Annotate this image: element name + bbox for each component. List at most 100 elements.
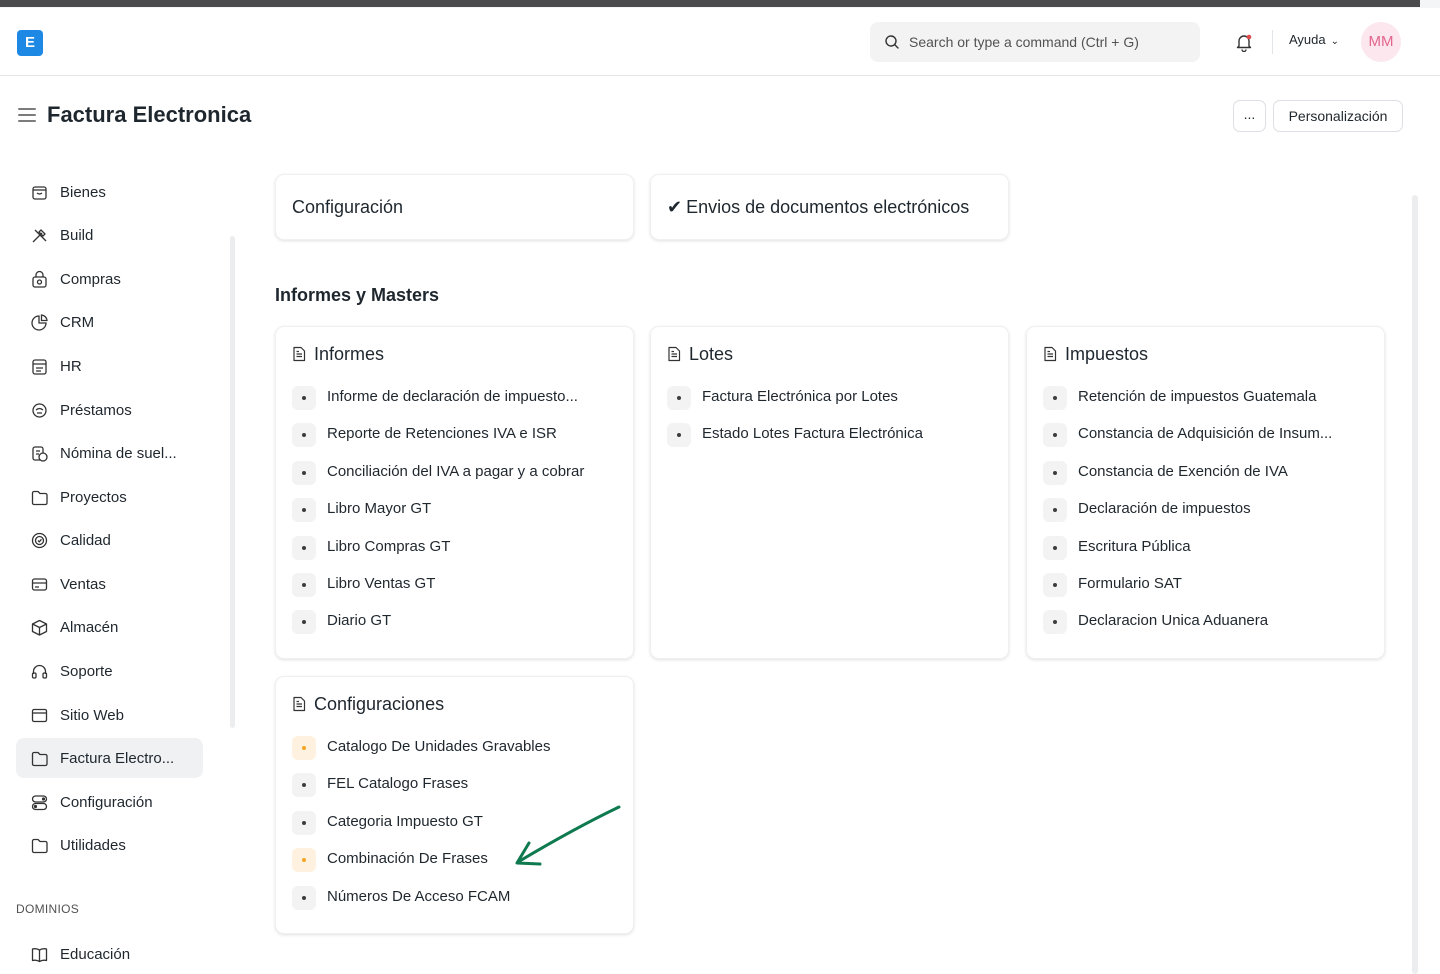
card-title: Impuestos [1043, 344, 1148, 365]
link-label: Libro Mayor GT [327, 500, 432, 518]
sidebar-item-label: Factura Electro... [60, 750, 175, 767]
document-icon [668, 346, 681, 362]
link-label: Combinación De Frases [327, 850, 488, 868]
link-label: Estado Lotes Factura Electrónica [702, 425, 923, 443]
loan-icon [32, 403, 47, 418]
tools-icon [32, 229, 47, 243]
bullet-icon [1043, 498, 1067, 523]
card-title-text: Informes [314, 344, 385, 364]
sidebar-item-build[interactable]: Build [16, 215, 203, 255]
sidebar-item-factura-electro[interactable]: Factura Electro... [16, 738, 203, 778]
sidebar-item-ventas[interactable]: Ventas [16, 564, 203, 604]
annotation-arrow-icon [515, 805, 621, 866]
bullet-icon [1043, 460, 1067, 485]
link-label: Conciliación del IVA a pagar y a cobrar [327, 462, 585, 480]
folder-icon [31, 751, 48, 767]
card-title-text: Lotes [689, 344, 734, 364]
sidebar-item-compras[interactable]: Compras [16, 259, 203, 299]
sidebar-item-crm[interactable]: CRM [16, 302, 203, 342]
sidebar-item-label: Sitio Web [60, 707, 124, 724]
card-title-text: Configuraciones [314, 694, 445, 714]
main-scrollbar[interactable] [1412, 195, 1418, 974]
menu-toggle-icon[interactable] [18, 108, 36, 124]
sidebar-item-label: Educación [60, 946, 131, 963]
bullet-icon [292, 386, 316, 410]
link-label: FEL Catalogo Frases [327, 775, 469, 793]
link-label: Declaracion Unica Aduanera [1078, 612, 1269, 630]
card-icon [31, 578, 48, 591]
link-label: Declaración de impuestos [1078, 500, 1251, 518]
page-title: Factura Electronica [47, 102, 252, 127]
sidebar-item-label: Configuración [60, 794, 153, 811]
sidebar-item-hr[interactable]: HR [16, 346, 203, 386]
card-lotes: Lotes Factura Electrónica por Lotes Estado… [650, 326, 1009, 659]
sidebar-item-utilidades[interactable]: Utilidades [16, 825, 203, 865]
link-label: Libro Compras GT [327, 537, 451, 555]
sidebar-item-label: Calidad [60, 532, 111, 549]
sidebar-item-label: Proyectos [60, 489, 127, 506]
basket-icon [32, 270, 47, 288]
sidebar-item-nómina-de-suel[interactable]: Nómina de suel... [16, 433, 203, 473]
sidebar-item-préstamos[interactable]: Préstamos [16, 390, 203, 430]
bullet-icon [292, 535, 316, 560]
sidebar-item-soporte[interactable]: Soporte [16, 651, 203, 691]
headset-icon [31, 664, 48, 679]
bullet-icon [667, 423, 691, 448]
sidebar-item-label: Bienes [60, 184, 106, 201]
sidebar-item-label: CRM [60, 314, 95, 331]
sidebar-item-label: Ventas [60, 576, 106, 593]
link-label: Constancia de Adquisición de Insum... [1078, 425, 1333, 443]
status-dot-warning-icon [292, 848, 316, 873]
card-title: Lotes [667, 344, 733, 365]
document-icon [293, 696, 306, 712]
box-icon [32, 186, 47, 200]
folder-icon [31, 838, 48, 854]
sidebar-item-sitio-web[interactable]: Sitio Web [16, 695, 203, 735]
link-label: Escritura Pública [1078, 537, 1191, 555]
help-dropdown[interactable]: Ayuda ⌄ [1289, 32, 1339, 47]
sidebar-item-configuración[interactable]: Configuración [16, 782, 203, 822]
sidebar-item-label: Almacén [60, 619, 119, 636]
search-bar[interactable] [870, 22, 1200, 62]
bullet-icon [292, 573, 316, 597]
link-label: Reporte de Retenciones IVA e ISR [327, 425, 557, 443]
search-input[interactable] [909, 22, 1189, 62]
shortcut-configuracion[interactable]: Configuración [275, 174, 634, 240]
avatar[interactable]: MM [1361, 22, 1401, 62]
app-logo[interactable]: E [17, 30, 43, 56]
navbar: E Ayuda ⌄ MM [0, 8, 1440, 76]
bullet-icon [1043, 573, 1067, 597]
sidebar-item-label: Nómina de suel... [60, 445, 177, 462]
card-title-text: Impuestos [1065, 344, 1149, 364]
status-dot-warning-icon [292, 736, 316, 760]
sidebar-item-label: Utilidades [60, 837, 126, 854]
bullet-icon [292, 498, 316, 523]
more-actions-button[interactable]: ... [1233, 100, 1266, 132]
sidebar-item-label: HR [60, 358, 82, 375]
sidebar-item-almacén[interactable]: Almacén [16, 607, 203, 647]
bullet-icon [1043, 535, 1067, 560]
bullet-icon [292, 423, 316, 448]
link-label: Números De Acceso FCAM [327, 887, 511, 905]
link-label: Constancia de Exención de IVA [1078, 462, 1288, 480]
notification-bell-icon[interactable] [1234, 32, 1254, 52]
bullet-icon [1043, 423, 1067, 448]
bullet-icon [667, 386, 691, 410]
shortcut-envios-documentos[interactable]: ✔ Envios de documentos electrónicos [650, 174, 1009, 240]
sidebar-item-label: Soporte [60, 663, 113, 680]
window-top-strip [0, 0, 1440, 8]
sidebar-item-proyectos[interactable]: Proyectos [16, 477, 203, 517]
sidebar-item-educacion[interactable]: Educación [16, 934, 203, 974]
customize-button[interactable]: Personalización [1273, 100, 1403, 132]
link-label: Formulario SAT [1078, 575, 1182, 592]
shortcut-label-row: ✔ Envios de documentos electrónicos [667, 197, 969, 218]
bullet-icon [292, 885, 316, 910]
sidebar-item-calidad[interactable]: Calidad [16, 520, 203, 560]
sidebar-item-bienes[interactable]: Bienes [16, 172, 203, 212]
sidebar-scrollbar[interactable] [230, 236, 235, 728]
bullet-icon [292, 810, 316, 835]
search-icon [885, 35, 899, 49]
sidebar-section-label: DOMINIOS [16, 902, 80, 916]
link-label: Informe de declaración de impuesto... [327, 388, 578, 405]
payroll-icon [32, 446, 48, 462]
